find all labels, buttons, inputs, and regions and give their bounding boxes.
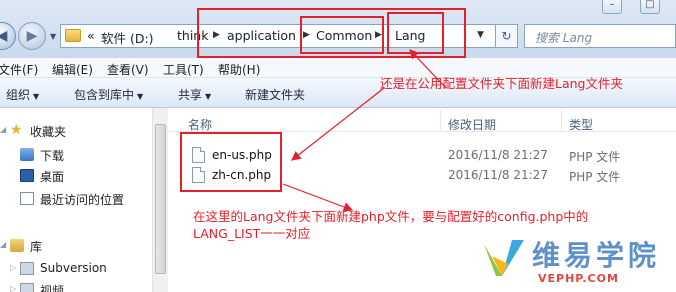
search-field[interactable]: 搜索 Lang [524,24,676,48]
recent-places-icon [20,192,34,205]
organize-label: 组织 [6,88,31,102]
folder-icon [65,29,81,42]
watermark-title: 维易学院 [532,239,661,272]
column-modified[interactable]: 修改日期 [448,116,496,133]
annotation-files-highlight [180,132,282,192]
column-type[interactable]: 类型 [569,116,593,133]
forward-arrow-icon: ▶ [26,28,38,44]
share-button[interactable]: 共享 ▼ [178,86,211,103]
videos-library-icon [20,283,34,292]
column-name[interactable]: 名称 [188,116,212,133]
annotation-common-highlight [300,16,384,54]
share-label: 共享 [178,88,203,102]
file-modified: 2016/11/8 21:27 [448,168,548,182]
column-header-row: 名称 修改日期 类型 [168,108,676,132]
breadcrumb-overflow[interactable]: « [87,28,95,43]
menu-bar: 文件(F) 编辑(E) 查看(V) 工具(T) 帮助(H) [0,58,676,78]
annotation-top-note: 还是在公用配置文件夹下面新建Lang文件夹 [380,76,623,91]
expand-icon[interactable]: ◢ [0,125,6,134]
star-icon: ★ [10,122,23,138]
new-folder-button[interactable]: 新建文件夹 [245,86,305,103]
chevron-down-icon: ▼ [205,92,212,101]
annotation-bottom-note-line1: 在这里的Lang文件夹下面新建php文件，要与配置好的config.php中的 [193,209,589,224]
column-divider[interactable] [440,110,441,130]
file-type: PHP 文件 [569,150,621,164]
annotation-bottom-note-line2: LANG_LIST一一对应 [193,226,311,241]
nav-subversion-label: Subversion [40,261,107,275]
back-button[interactable]: ◀ [0,22,16,50]
expand-icon[interactable]: ◢ [0,240,6,249]
downloads-icon [20,148,34,161]
minimize-button[interactable]: – [602,0,622,14]
nav-downloads-label: 下载 [40,149,65,163]
desktop-icon [20,169,34,182]
refresh-icon: ↻ [501,29,512,43]
nav-videos-label: 视频 [40,284,65,292]
nav-libraries-label: 库 [30,240,43,254]
expand-icon[interactable]: ▷ [10,263,16,272]
library-icon [10,239,24,252]
file-type: PHP 文件 [569,170,621,184]
recent-pages-dropdown-icon[interactable]: ▼ [50,32,56,41]
organize-button[interactable]: 组织 ▼ [6,86,39,103]
forward-button[interactable]: ▶ [18,22,46,50]
nav-recent-label: 最近访问的位置 [40,193,125,207]
subversion-library-icon [20,262,34,275]
scrollbar-thumb[interactable] [155,124,166,274]
nav-desktop-label: 桌面 [40,170,65,184]
menu-edit[interactable]: 编辑(E) [52,61,93,78]
menu-tools[interactable]: 工具(T) [163,61,204,78]
arrow-to-bottom-note [282,183,354,212]
vephp-logo-icon [484,240,524,276]
column-divider[interactable] [561,110,562,130]
search-placeholder: 搜索 Lang [535,31,593,45]
breadcrumb-drive[interactable]: 软件 (D:) [101,28,154,47]
watermark-subtitle: VEPHP.COM [538,272,619,285]
include-in-library-label: 包含到库中 [74,88,135,102]
chevron-down-icon: ▼ [137,92,144,101]
chevron-down-icon: ▼ [33,92,40,101]
annotation-lang-highlight [387,12,444,54]
include-in-library-button[interactable]: 包含到库中 ▼ [74,86,143,103]
maximize-button[interactable]: □ [640,0,660,14]
expand-icon[interactable]: ▷ [10,284,16,292]
menu-view[interactable]: 查看(V) [107,61,149,78]
navigation-scrollbar[interactable] [152,108,168,292]
nav-favorites-label: 收藏夹 [30,125,67,139]
file-modified: 2016/11/8 21:27 [448,148,548,162]
refresh-button[interactable]: ↻ [496,24,518,48]
menu-file[interactable]: 文件(F) [0,61,38,78]
address-history-dropdown-icon[interactable]: ▼ [477,30,484,40]
menu-help[interactable]: 帮助(H) [218,61,260,78]
navigation-pane: ◢ ★ 收藏夹 下载 桌面 最近访问的位置 ◢ 库 ▷ Subversion ▷… [0,108,152,292]
back-arrow-icon: ◀ [0,28,8,44]
